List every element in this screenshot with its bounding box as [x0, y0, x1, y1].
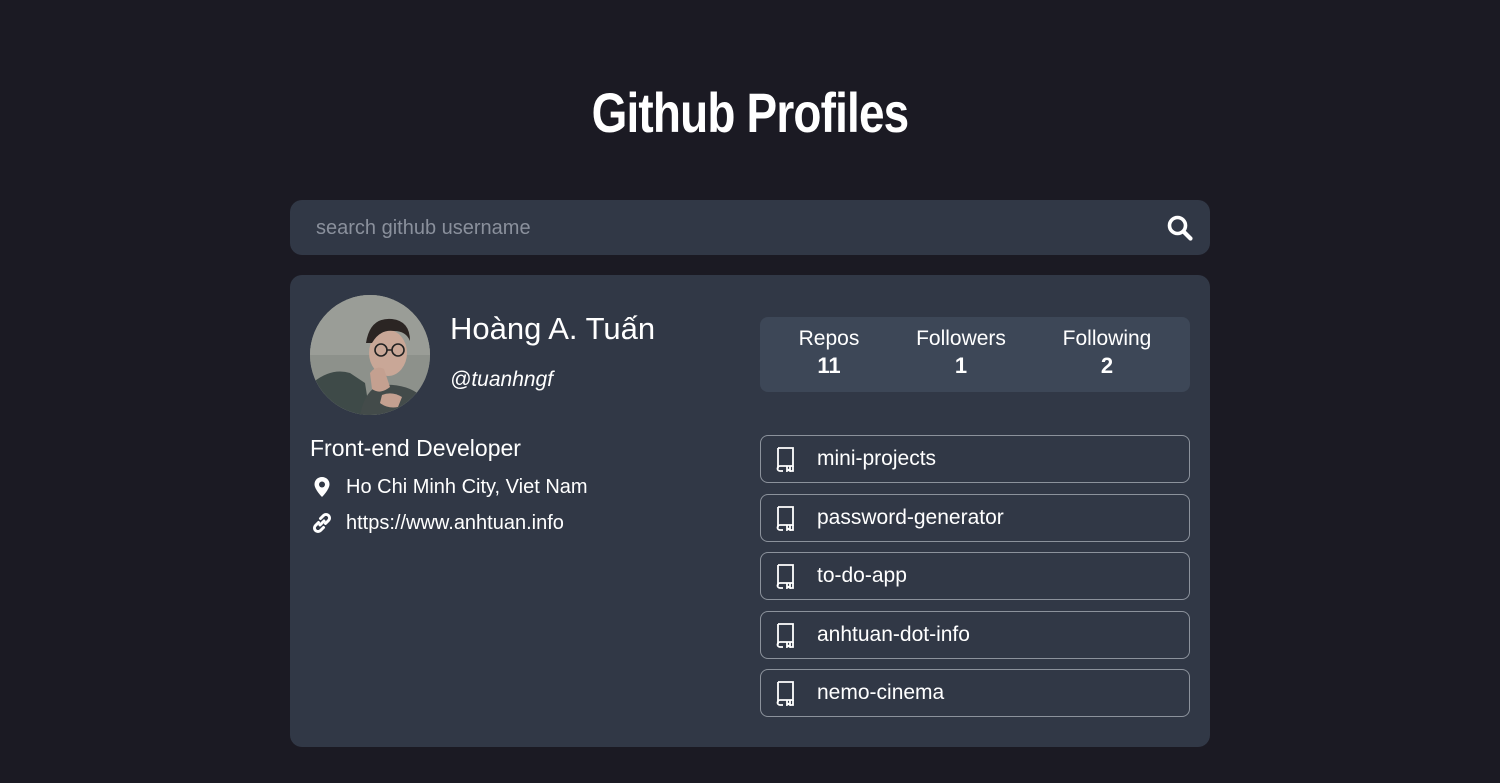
book-icon: [776, 447, 794, 472]
profile-website[interactable]: https://www.anhtuan.info: [310, 509, 564, 537]
stat-label: Followers: [916, 327, 1006, 350]
book-icon: [776, 622, 794, 648]
repo-item[interactable]: anhtuan-dot-info: [760, 610, 1190, 659]
stat-repos: Repos 11: [769, 325, 889, 379]
stat-value: 11: [817, 353, 841, 378]
page-title: Github Profiles: [591, 81, 910, 144]
stat-label: Following: [1062, 327, 1152, 350]
search-input[interactable]: [314, 200, 1138, 257]
stat-followers: Followers 1: [901, 325, 1021, 379]
repo-item[interactable]: password-generator: [760, 493, 1190, 542]
avatar-photo: [310, 295, 430, 415]
avatar: [310, 295, 430, 415]
search-icon[interactable]: [1166, 214, 1194, 242]
profile-card: Hoàng A. Tuấn @tuanhngf Front-end Develo…: [290, 275, 1210, 747]
repo-name[interactable]: anhtuan-dot-info: [817, 621, 970, 649]
profile-location: Ho Chi Minh City, Viet Nam: [310, 473, 588, 501]
book-icon: [776, 681, 794, 706]
repo-name[interactable]: password-generator: [817, 504, 1004, 532]
stat-label: Repos: [798, 327, 860, 350]
profile-name: Hoàng A. Tuấn: [450, 311, 656, 346]
stat-following: Following 2: [1047, 325, 1167, 379]
profile-login: @tuanhngf: [450, 368, 554, 391]
map-pin-icon: [314, 477, 330, 497]
book-icon: [776, 505, 794, 531]
profile-bio: Front-end Developer: [310, 435, 521, 461]
stat-value: 2: [1100, 353, 1114, 378]
repo-item[interactable]: mini-projects: [760, 435, 1190, 483]
website-link[interactable]: https://www.anhtuan.info: [346, 509, 564, 537]
link-icon: [312, 512, 332, 534]
repo-name[interactable]: nemo-cinema: [817, 679, 944, 707]
repo-name[interactable]: mini-projects: [817, 445, 936, 473]
stat-value: 1: [954, 353, 968, 378]
search-bar: [290, 200, 1210, 257]
repo-name[interactable]: to-do-app: [817, 562, 907, 590]
repo-item[interactable]: nemo-cinema: [760, 669, 1190, 717]
book-icon: [776, 564, 794, 589]
location-text: Ho Chi Minh City, Viet Nam: [346, 476, 588, 498]
repo-item[interactable]: to-do-app: [760, 552, 1190, 600]
stats-panel: Repos 11 Followers 1 Following 2: [760, 317, 1190, 392]
repo-list: mini-projects password-generator to-do-a…: [760, 435, 1190, 728]
